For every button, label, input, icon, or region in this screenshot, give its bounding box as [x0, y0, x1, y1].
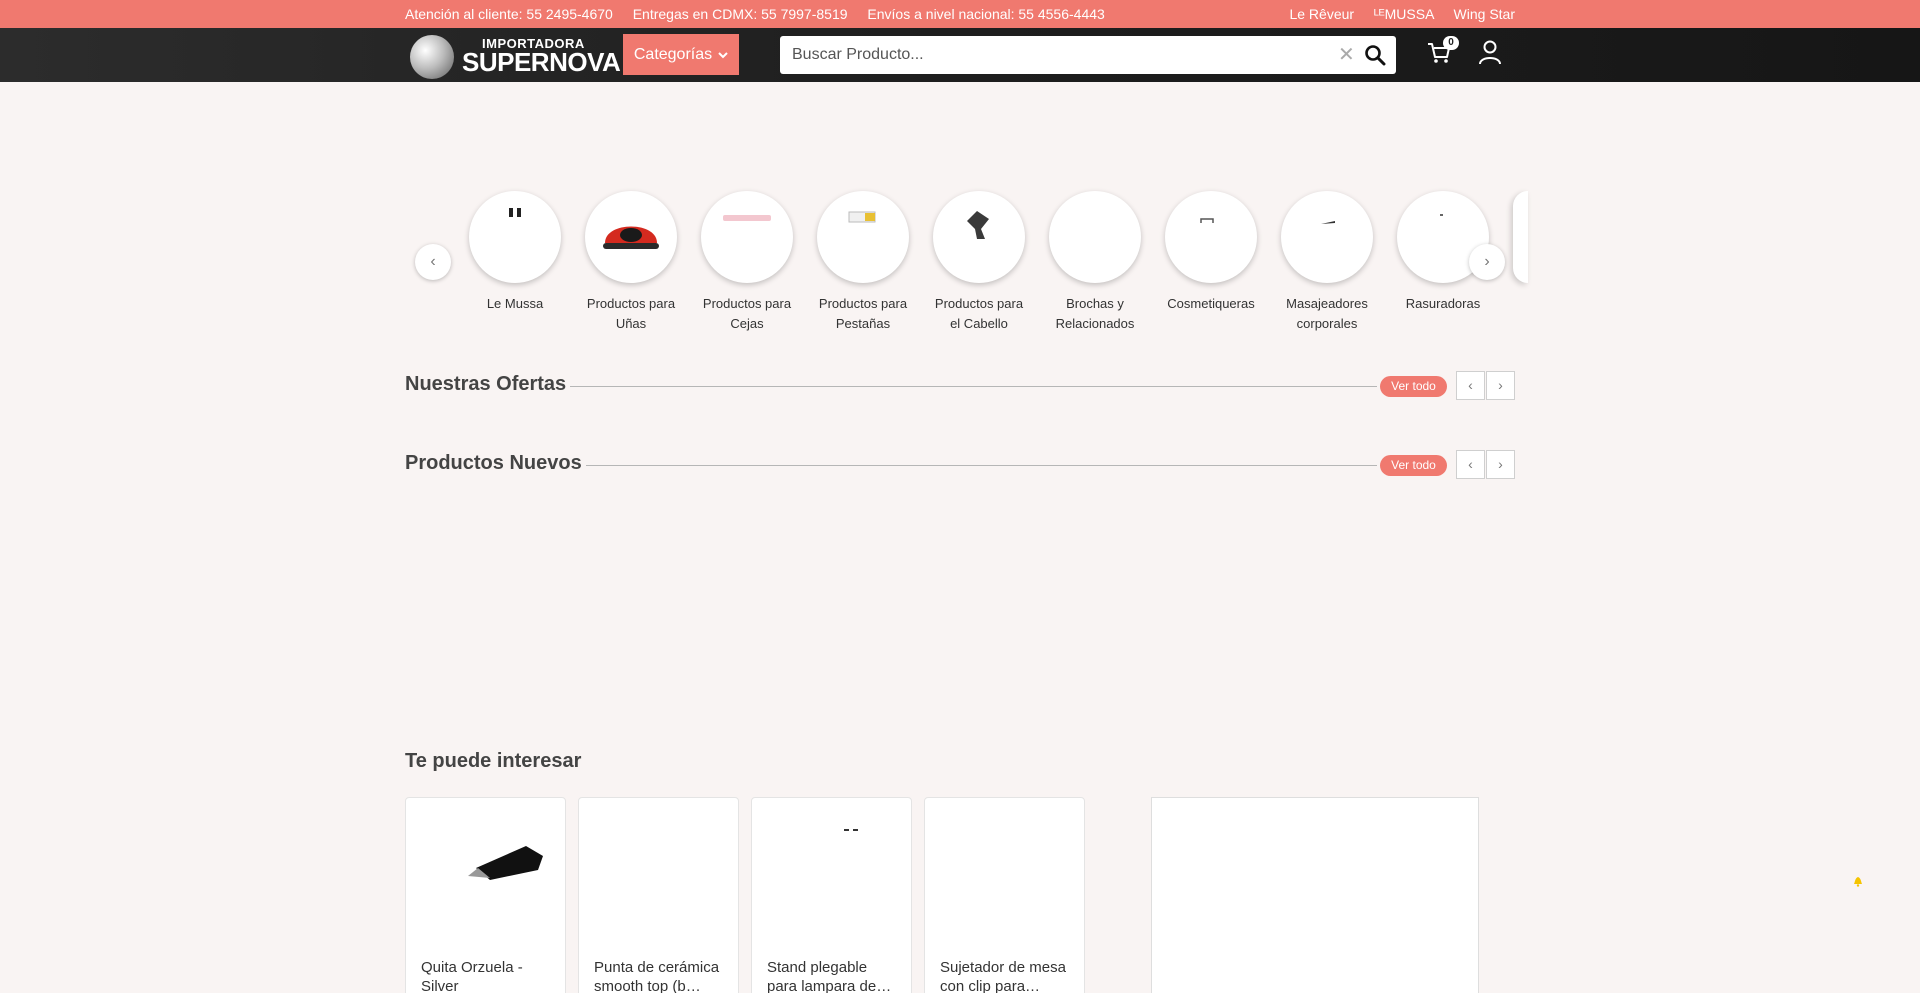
category-productos-cabello[interactable]: Productos para el Cabello: [923, 191, 1035, 334]
globe-logo-icon: [410, 35, 454, 79]
new-products-prev-button[interactable]: ‹: [1456, 450, 1485, 479]
offers-title: Nuestras Ofertas: [405, 373, 571, 396]
chevron-right-icon: ›: [1484, 253, 1490, 270]
search-bar: ✕: [780, 36, 1396, 74]
product-card[interactable]: Sujetador de mesa con clip para…: [924, 797, 1085, 993]
product-card[interactable]: Punta de cerámica smooth top (b…: [578, 797, 739, 993]
category-label-line2: Uñas: [615, 316, 647, 331]
category-cosmetiqueras[interactable]: Cosmetiqueras: [1155, 191, 1267, 314]
product-image: [752, 798, 911, 948]
offers-prev-button[interactable]: ‹: [1456, 371, 1485, 400]
offers-see-all-button[interactable]: Ver todo: [1380, 376, 1447, 397]
category-productos-unas[interactable]: Productos para Uñas: [575, 191, 687, 334]
brand-link-wing-star[interactable]: Wing Star: [1454, 6, 1515, 22]
category-image: [1165, 191, 1257, 283]
category-label-line2: Relacionados: [1055, 316, 1135, 331]
category-label: Productos para: [818, 296, 908, 311]
category-le-mussa[interactable]: Le Mussa: [459, 191, 571, 314]
account-button[interactable]: [1478, 39, 1504, 67]
product-card[interactable]: Quita Orzuela - Silver: [405, 797, 566, 993]
new-products-see-all-button[interactable]: Ver todo: [1380, 455, 1447, 476]
cart-button[interactable]: 0: [1426, 36, 1459, 70]
category-label-line2: Cejas: [730, 316, 764, 331]
product-name: Punta de cerámica smooth top (b…: [594, 959, 720, 993]
category-label: Brochas y: [1066, 296, 1124, 311]
category-image: [585, 191, 677, 283]
product-image: [925, 798, 1084, 948]
category-label: Rasuradoras: [1405, 296, 1481, 311]
category-brochas[interactable]: Brochas y Relacionados: [1039, 191, 1151, 334]
category-label-line2: Pestañas: [835, 316, 891, 331]
new-products-section-header: Productos Nuevos Ver todo ‹ ›: [405, 450, 1515, 480]
recommendations-title: Te puede interesar: [405, 750, 582, 772]
category-image: [933, 191, 1025, 283]
category-label: Masajeadores: [1286, 296, 1368, 311]
category-image: [469, 191, 561, 283]
product-name: Quita Orzuela - Silver: [421, 959, 523, 993]
search-icon[interactable]: [1364, 44, 1386, 66]
product-name: Stand plegable para lampara de…: [767, 959, 892, 993]
logo-text-big: SUPERNOVA: [462, 47, 621, 77]
category-label: Productos para: [702, 296, 792, 311]
product-image: [579, 798, 738, 948]
offers-section-header: Nuestras Ofertas Ver todo ‹ ›: [405, 371, 1515, 401]
category-productos-pestanas[interactable]: Productos para Pestañas: [807, 191, 919, 334]
new-products-next-button[interactable]: ›: [1486, 450, 1515, 479]
customer-service-phone: Atención al cliente: 55 2495-4670: [405, 6, 613, 22]
category-carousel-next[interactable]: ›: [1469, 244, 1505, 280]
category-image: [1049, 191, 1141, 283]
product-card[interactable]: Stand plegable para lampara de…: [751, 797, 912, 993]
category-label: Cosmetiqueras: [1167, 296, 1255, 311]
category-image: [817, 191, 909, 283]
category-label: Le Mussa: [486, 296, 544, 311]
supernova-logo[interactable]: IMPORTADORA SUPERNOVA: [410, 32, 621, 79]
categories-button-label: Categorías: [633, 45, 713, 63]
category-carousel-prev[interactable]: ‹: [415, 244, 451, 280]
category-productos-cejas[interactable]: Productos para Cejas: [691, 191, 803, 334]
main-header: IMPORTADORA SUPERNOVA Categorías ✕ 0: [0, 28, 1920, 82]
national-shipping-phone: Envíos a nivel nacional: 55 4556-4443: [867, 6, 1105, 22]
cart-count-badge: 0: [1443, 36, 1459, 50]
user-icon: [1479, 40, 1501, 65]
cdmx-delivery-phone: Entregas en CDMX: 55 7997-8519: [632, 6, 848, 22]
product-image: [406, 798, 565, 948]
recommendation-panel: [1151, 797, 1479, 993]
category-image: [701, 191, 793, 283]
brand-link-lemussa[interactable]: ᴸᴱMUSSA: [1374, 6, 1434, 22]
category-next-partial: [1513, 191, 1528, 283]
search-input[interactable]: [792, 36, 1332, 74]
category-label-line2: el Cabello: [950, 316, 1008, 331]
offers-next-button[interactable]: ›: [1486, 371, 1515, 400]
brand-link-le-reveur[interactable]: Le Rêveur: [1289, 6, 1354, 22]
category-label: Productos para: [586, 296, 676, 311]
close-icon[interactable]: ✕: [1338, 44, 1355, 66]
chevron-down-icon: [718, 48, 728, 62]
category-masajeadores[interactable]: Masajeadores corporales: [1271, 191, 1383, 334]
chevron-left-icon: ‹: [430, 253, 436, 270]
category-label-line2: corporales: [1296, 316, 1358, 331]
category-label: Productos para: [934, 296, 1024, 311]
notification-bell-icon[interactable]: [1852, 874, 1864, 887]
category-image: [1281, 191, 1373, 283]
top-info-bar: Atención al cliente: 55 2495-4670 Entreg…: [0, 0, 1920, 28]
categories-button[interactable]: Categorías: [623, 34, 739, 75]
product-name: Sujetador de mesa con clip para…: [940, 959, 1066, 993]
new-products-title: Productos Nuevos: [405, 452, 586, 475]
